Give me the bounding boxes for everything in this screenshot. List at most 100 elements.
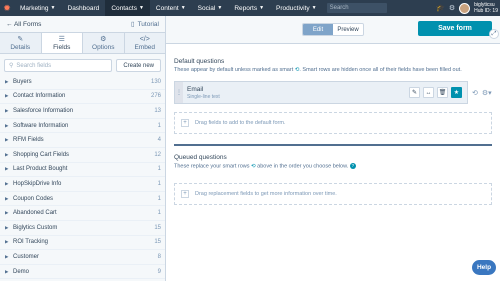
field-group-item[interactable]: ▶ Software Information 1 <box>0 119 165 134</box>
expand-triangle-icon: ▶ <box>5 166 9 172</box>
expand-triangle-icon: ▶ <box>5 239 9 245</box>
expand-triangle-icon: ▶ <box>5 253 9 259</box>
field-group-label: Biglytics Custom <box>13 224 58 231</box>
expand-triangle-icon: ▶ <box>5 137 9 143</box>
nav-contacts[interactable]: Contacts ▼ <box>105 0 150 16</box>
field-group-count: 1 <box>157 122 161 129</box>
expand-icon[interactable]: ⤢ <box>489 29 499 39</box>
star-icon[interactable]: ★ <box>451 87 462 98</box>
field-group-item[interactable]: ▶ Shopping Cart Fields 12 <box>0 148 165 163</box>
expand-triangle-icon: ▶ <box>5 122 9 128</box>
global-search-input[interactable]: Search <box>326 3 387 13</box>
field-group-item[interactable]: ▶ Buyers 130 <box>0 75 165 90</box>
expand-triangle-icon: ▶ <box>5 93 9 99</box>
code-icon: </> <box>139 35 150 43</box>
expand-triangle-icon: ▶ <box>5 151 9 157</box>
field-group-count: 1 <box>157 180 161 187</box>
info-icon[interactable]: ? <box>349 163 356 169</box>
create-new-button[interactable]: Create new <box>116 59 161 72</box>
gear-icon[interactable]: ⚙▾ <box>482 89 492 97</box>
smart-rule-icon[interactable]: ⟲ <box>472 89 478 97</box>
help-button[interactable]: Help <box>472 260 496 275</box>
plus-icon: + <box>181 190 189 199</box>
nav-reports[interactable]: Reports ▼ <box>228 0 270 16</box>
field-group-item[interactable]: ▶ Customer 8 <box>0 250 165 265</box>
field-group-item[interactable]: ▶ Coupon Codes 1 <box>0 192 165 207</box>
trash-icon[interactable]: 🗑 <box>437 87 448 98</box>
tab-details[interactable]: ✎ Details <box>0 33 42 53</box>
avatar[interactable] <box>459 2 471 14</box>
queued-questions-description: These replace your smart rows ⟲ above in… <box>174 163 356 170</box>
tutorial-link[interactable]: ▯ Tutorial <box>130 20 159 29</box>
chevron-down-icon: ▼ <box>180 5 186 11</box>
expand-triangle-icon: ▶ <box>5 180 9 186</box>
search-fields-input[interactable]: ⚲ Search fields <box>4 59 113 72</box>
expand-triangle-icon: ▶ <box>5 78 9 84</box>
field-group-label: ROI Tracking <box>13 239 49 246</box>
queued-questions-title: Queued questions <box>174 154 227 161</box>
default-questions-title: Default questions <box>174 58 225 65</box>
tab-embed[interactable]: </> Embed <box>124 33 165 53</box>
chevron-down-icon: ▼ <box>311 5 317 11</box>
nav-social[interactable]: Social ▼ <box>192 0 229 16</box>
field-group-count: 1 <box>157 210 161 217</box>
field-group-label: RFM Fields <box>13 137 44 144</box>
tab-fields[interactable]: ☰ Fields <box>41 33 83 53</box>
field-group-count: 1 <box>157 195 161 202</box>
field-group-item[interactable]: ▶ ROI Tracking 15 <box>0 236 165 251</box>
field-group-label: Contact Information <box>13 93 66 100</box>
back-to-all-forms-link[interactable]: ← All Forms <box>6 21 41 28</box>
queued-fields-dropzone[interactable]: + Drag replacement fields to get more in… <box>174 183 492 206</box>
sidebar: ← All Forms ▯ Tutorial ✎ Details ☰ Fields ⚙… <box>0 16 166 281</box>
default-questions-description: These appear by default unless marked as… <box>174 67 462 73</box>
account-menu[interactable]: biglyticsu Hub ID: 19 <box>474 2 498 14</box>
nav-content[interactable]: Content ▼ <box>150 0 192 16</box>
field-group-count: 1 <box>157 166 161 173</box>
graduation-cap-icon[interactable]: 🎓 <box>436 4 445 12</box>
field-label: Email <box>187 85 204 93</box>
email-field-row[interactable]: ⋮ Email Single-line text ✎ ↔ 🗑 ★ <box>174 81 468 104</box>
queued-questions-section: Queued questions These replace your smar… <box>166 154 500 206</box>
field-group-label: Last Product Bought <box>13 166 68 173</box>
tab-options[interactable]: ⚙ Options <box>83 33 125 53</box>
section-divider <box>174 144 492 146</box>
gear-icon[interactable]: ⚙ <box>449 4 455 12</box>
expand-triangle-icon: ▶ <box>5 107 9 113</box>
field-group-list: ▶ Buyers 130 ▶ Contact Information 276 ▶ Salesf… <box>0 75 165 280</box>
field-group-item[interactable]: ▶ Biglytics Custom 15 <box>0 221 165 236</box>
field-group-item[interactable]: ▶ Salesforce Information 13 <box>0 104 165 119</box>
plus-icon: + <box>181 119 189 127</box>
field-group-item[interactable]: ▶ HopSkipDrive Info 1 <box>0 177 165 192</box>
field-group-item[interactable]: ▶ Abandoned Cart 1 <box>0 206 165 221</box>
field-group-count: 13 <box>154 107 161 114</box>
edit-preview-toggle: Edit Preview <box>302 23 364 36</box>
save-form-button[interactable]: Save form <box>418 21 492 36</box>
default-questions-section: Default questions These appear by defaul… <box>166 58 500 134</box>
expand-triangle-icon: ▶ <box>5 224 9 230</box>
gear-icon: ⚙ <box>100 35 107 43</box>
default-fields-dropzone[interactable]: + Drag fields to add to the default form… <box>174 112 492 134</box>
field-group-count: 9 <box>157 268 161 275</box>
edit-field-icon[interactable]: ✎ <box>409 87 420 98</box>
edit-button[interactable]: Edit <box>303 24 333 35</box>
field-group-item[interactable]: ▶ Contact Information 276 <box>0 90 165 105</box>
field-group-item[interactable]: ▶ Last Product Bought 1 <box>0 163 165 178</box>
field-group-item[interactable]: ▶ RFM Fields 4 <box>0 133 165 148</box>
field-type: Single-line text <box>187 93 220 100</box>
field-group-label: Customer <box>13 253 40 260</box>
resize-icon[interactable]: ↔ <box>423 87 434 98</box>
hubspot-logo-icon[interactable]: ✹ <box>0 0 14 16</box>
field-group-label: HopSkipDrive Info <box>13 180 62 187</box>
preview-button[interactable]: Preview <box>333 24 363 35</box>
drag-handle-icon[interactable]: ⋮ <box>175 82 183 103</box>
field-group-item[interactable]: ▶ Demo 9 <box>0 265 165 280</box>
document-icon: ▯ <box>130 21 135 28</box>
nav-dashboard[interactable]: Dashboard <box>62 0 106 16</box>
field-group-label: Software Information <box>13 122 69 129</box>
arrow-left-icon: ← <box>6 20 14 28</box>
field-group-label: Buyers <box>13 78 32 85</box>
chevron-down-icon: ▼ <box>217 5 223 11</box>
expand-triangle-icon: ▶ <box>5 195 9 201</box>
nav-marketing[interactable]: Marketing ▼ <box>14 0 62 16</box>
nav-productivity[interactable]: Productivity ▼ <box>270 0 323 16</box>
